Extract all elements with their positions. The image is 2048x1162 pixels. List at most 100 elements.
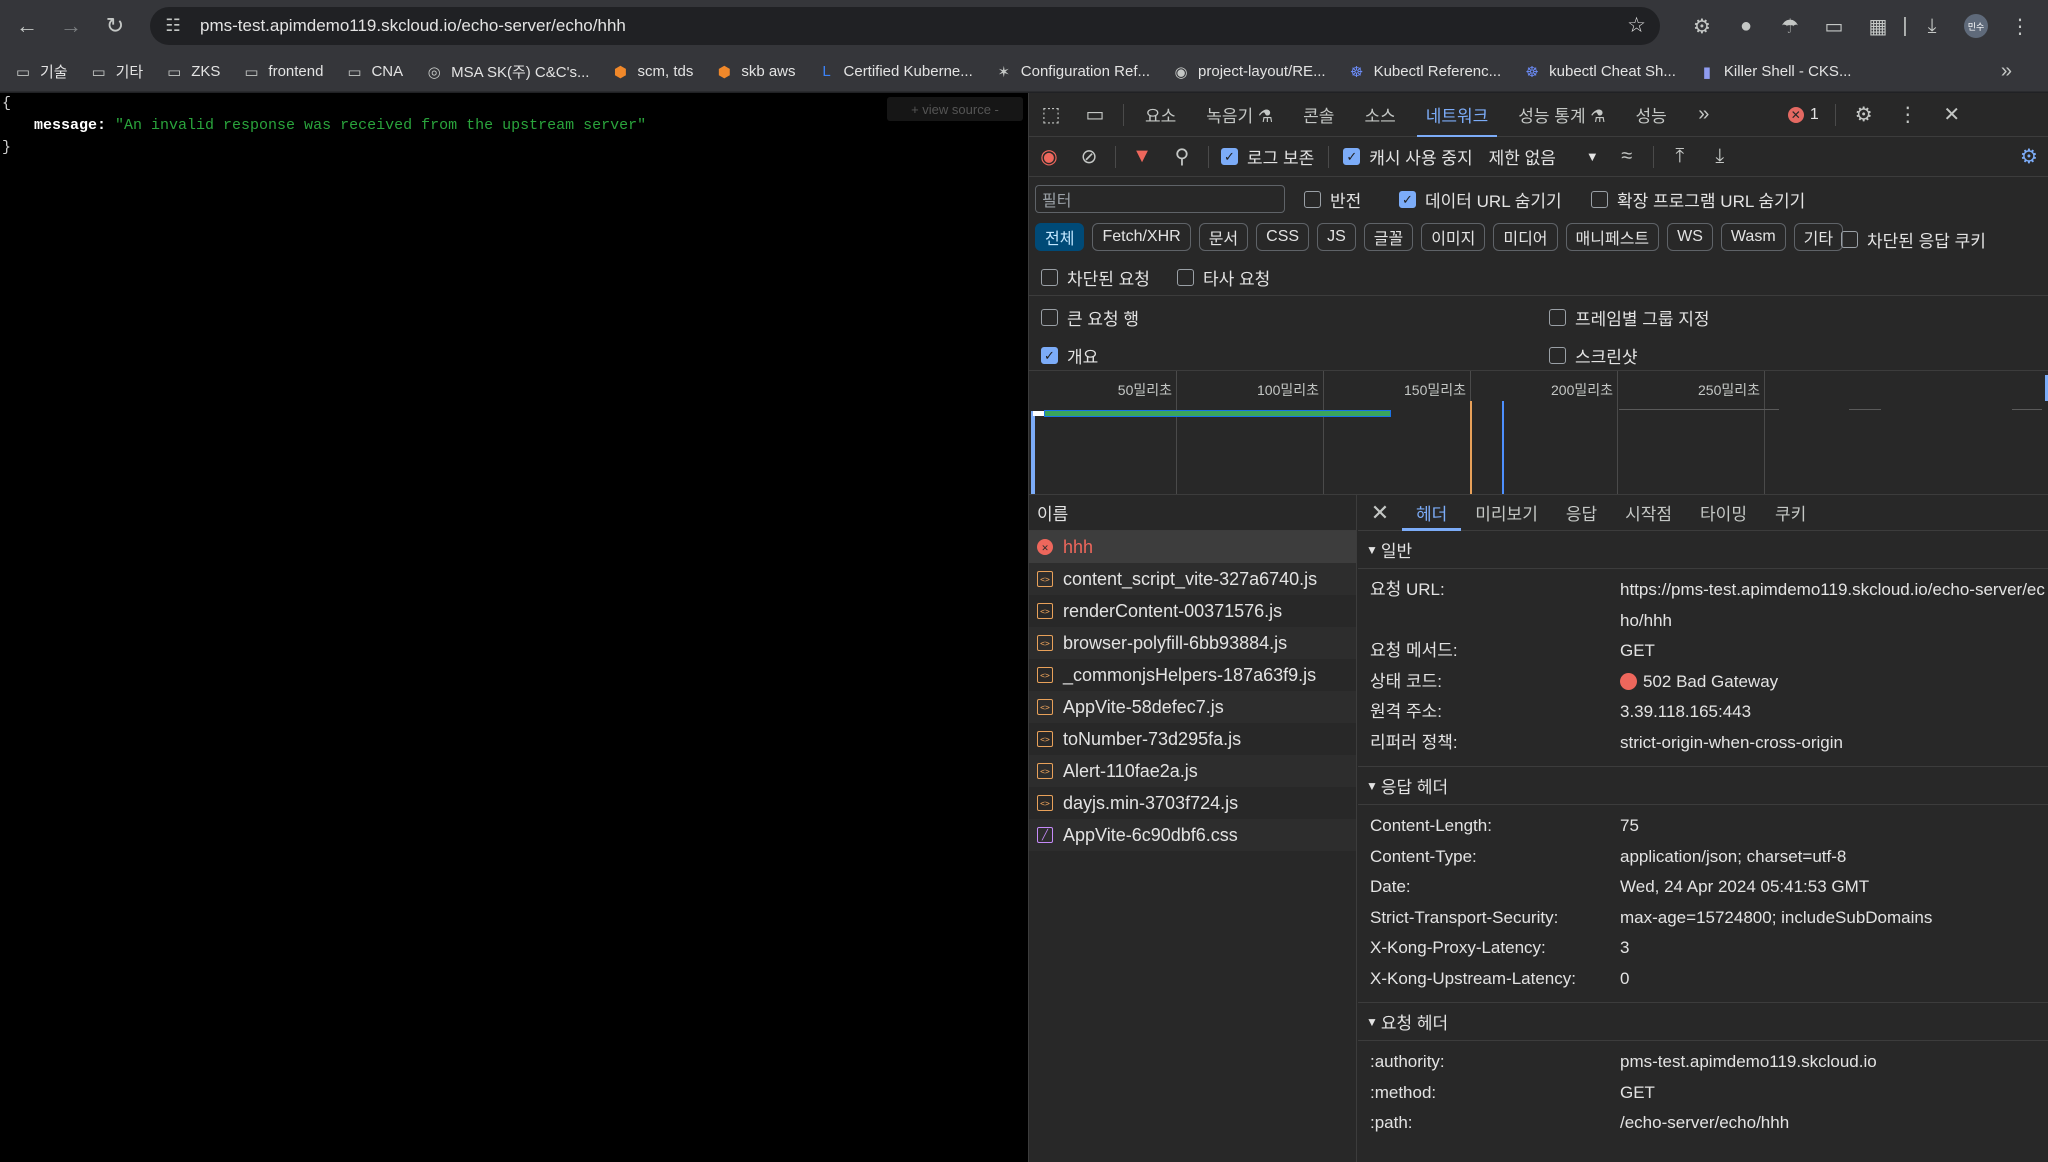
detail-tab[interactable]: 응답 [1552, 495, 1611, 531]
overview-checkbox[interactable]: ✓ 개요 [1041, 343, 1098, 368]
filter-funnel-icon[interactable]: ▼ [1122, 137, 1162, 177]
view-source-button[interactable]: + view source - [887, 97, 1023, 121]
throttling-select[interactable]: 제한 없음 ▼ [1489, 144, 1599, 169]
back-icon[interactable]: ← [6, 5, 48, 47]
record-stop-icon[interactable]: ◉ [1029, 137, 1069, 177]
more-tabs-icon[interactable]: » [1682, 93, 1726, 137]
bookmark-item[interactable]: ▭ ZKS [165, 63, 220, 81]
extension-card-icon[interactable]: ▭ [1812, 8, 1856, 44]
bookmark-item[interactable]: ◎ MSA SK(주) C&C's... [425, 61, 590, 82]
request-row[interactable]: <> dayjs.min-3703f724.js [1029, 787, 1356, 819]
devtools-tab[interactable]: 콘솔 [1288, 93, 1349, 137]
blocked-response-cookies-checkbox[interactable]: 차단된 응답 쿠키 [1841, 227, 1986, 252]
bookmark-item[interactable]: ☸ Kubectl Referenc... [1348, 63, 1501, 81]
request-row[interactable]: <> _commonjsHelpers-187a63f9.js [1029, 659, 1356, 691]
url-text[interactable]: pms-test.apimdemo119.skcloud.io/echo-ser… [200, 16, 626, 36]
bookmark-item[interactable]: ✶ Configuration Ref... [995, 63, 1150, 81]
type-filter-chip[interactable]: 매니페스트 [1565, 223, 1660, 251]
forward-icon[interactable]: → [50, 5, 92, 47]
reload-icon[interactable]: ↻ [94, 5, 136, 47]
close-devtools-icon[interactable]: ✕ [1930, 93, 1974, 137]
import-har-upload-icon[interactable]: ⤒ [1660, 137, 1700, 177]
screenshots-checkbox[interactable]: 스크린샷 [1549, 343, 1638, 368]
more-bookmarks-icon[interactable]: » [2001, 60, 2012, 83]
detail-tab[interactable]: 시작점 [1611, 495, 1686, 531]
devtools-tab[interactable]: 성능 [1621, 93, 1682, 137]
hide-extension-urls-checkbox[interactable]: 확장 프로그램 URL 숨기기 [1591, 187, 1805, 212]
error-counter[interactable]: ✕ 1 [1787, 106, 1819, 124]
clear-icon[interactable]: ⊘ [1069, 137, 1109, 177]
profile-avatar[interactable]: 민수 [1954, 8, 1998, 44]
type-filter-chip[interactable]: JS [1317, 223, 1356, 251]
bookmark-item[interactable]: ⬢ scm, tds [611, 63, 693, 81]
blocked-requests-checkbox[interactable]: 차단된 요청 [1041, 265, 1150, 290]
detail-tab[interactable]: 타이밍 [1686, 495, 1761, 531]
bookmark-item[interactable]: ▭ frontend [242, 63, 323, 81]
device-toolbar-icon[interactable]: ▭ [1073, 93, 1117, 137]
address-bar[interactable]: ☷ pms-test.apimdemo119.skcloud.io/echo-s… [150, 7, 1660, 45]
request-row[interactable]: <> content_script_vite-327a6740.js [1029, 563, 1356, 595]
bookmark-item[interactable]: ☸ kubectl Cheat Sh... [1523, 63, 1675, 81]
devtools-tab[interactable]: 소스 [1349, 93, 1410, 137]
type-filter-chip[interactable]: WS [1667, 223, 1713, 251]
invert-checkbox[interactable]: 반전 [1304, 187, 1361, 212]
bookmark-item[interactable]: ▮ Killer Shell - CKS... [1698, 63, 1852, 81]
timeline-start-handle[interactable] [1031, 411, 1035, 494]
extension-gear-icon[interactable]: ⚙ [1680, 8, 1724, 44]
bookmark-item[interactable]: ▭ 기타 [90, 61, 144, 82]
devtools-tab[interactable]: 성능 통계 ⚗ [1503, 93, 1620, 137]
name-column-header[interactable]: 이름 [1029, 495, 1356, 531]
type-filter-chip[interactable]: 이미지 [1421, 223, 1486, 251]
request-row[interactable]: <> Alert-110fae2a.js [1029, 755, 1356, 787]
detail-tab[interactable]: 미리보기 [1461, 495, 1552, 531]
bookmark-item[interactable]: L Certified Kuberne... [818, 63, 972, 80]
search-icon[interactable]: ⚲ [1162, 137, 1202, 177]
bookmark-star-icon[interactable]: ☆ [1627, 13, 1646, 38]
settings-gear-icon[interactable]: ⚙ [1842, 93, 1886, 137]
network-overview-timeline[interactable]: 50밀리초 100밀리초 150밀리초 200밀리초 250밀리초 [1029, 371, 2048, 495]
devtools-tab[interactable]: 요소 [1130, 93, 1191, 137]
type-filter-chip[interactable]: 미디어 [1493, 223, 1558, 251]
big-request-rows-checkbox[interactable]: 큰 요청 행 [1041, 305, 1139, 330]
network-conditions-wifi-icon[interactable]: ≈ [1607, 137, 1647, 177]
bookmark-item[interactable]: ⬢ skb aws [715, 63, 796, 81]
group-by-frame-checkbox[interactable]: 프레임별 그룹 지정 [1549, 305, 1710, 330]
type-filter-chip[interactable]: 글꼴 [1363, 223, 1414, 251]
close-details-icon[interactable]: ✕ [1358, 495, 1402, 531]
type-filter-chip[interactable]: 기타 [1793, 223, 1844, 251]
download-icon[interactable]: ⤓ [1910, 8, 1954, 44]
type-filter-chip[interactable]: CSS [1256, 223, 1310, 251]
site-info-icon[interactable]: ☷ [156, 16, 190, 36]
bookmark-item[interactable]: ▭ 기술 [14, 61, 68, 82]
request-row[interactable]: <> browser-polyfill-6bb93884.js [1029, 627, 1356, 659]
request-row[interactable]: ✕ hhh [1029, 531, 1356, 563]
export-har-download-icon[interactable]: ⤓ [1700, 137, 1740, 177]
type-filter-chip[interactable]: 문서 [1198, 223, 1249, 251]
request-row[interactable]: <> renderContent-00371576.js [1029, 595, 1356, 627]
devtools-tab[interactable]: 녹음기 ⚗ [1191, 93, 1288, 137]
type-filter-chip[interactable]: Wasm [1720, 223, 1786, 251]
extension-puzzle-alt-icon[interactable]: ☂ [1768, 8, 1812, 44]
detail-tab[interactable]: 쿠키 [1761, 495, 1820, 531]
bookmark-item[interactable]: ▭ CNA [345, 63, 403, 81]
request-row[interactable]: <> toNumber-73d295fa.js [1029, 723, 1356, 755]
menu-kebab-icon[interactable]: ⋮ [1998, 8, 2042, 44]
network-settings-gear-icon[interactable]: ⚙ [2009, 137, 2048, 177]
detail-tab[interactable]: 헤더 [1402, 495, 1462, 531]
filter-input[interactable]: 필터 [1035, 185, 1285, 213]
extensions-puzzle-icon[interactable]: ▦ [1856, 8, 1900, 44]
extension-circle-icon[interactable]: ● [1724, 8, 1768, 44]
request-row[interactable]: ╱ AppVite-6c90dbf6.css [1029, 819, 1356, 851]
inspect-element-icon[interactable]: ⬚ [1029, 93, 1073, 137]
preserve-log-checkbox[interactable]: ✓ 로그 보존 [1221, 144, 1314, 169]
section-header-response-headers[interactable]: ▼ 응답 헤더 [1358, 767, 2048, 805]
devtools-tab[interactable]: 네트워크 [1411, 93, 1504, 137]
section-header-general[interactable]: ▼ 일반 [1358, 531, 2048, 569]
type-filter-chip[interactable]: 전체 [1035, 223, 1085, 251]
hide-data-urls-checkbox[interactable]: ✓ 데이터 URL 숨기기 [1399, 187, 1562, 212]
bookmark-item[interactable]: ◉ project-layout/RE... [1172, 63, 1325, 81]
customize-kebab-icon[interactable]: ⋮ [1886, 93, 1930, 137]
section-header-request-headers[interactable]: ▼ 요청 헤더 [1358, 1003, 2048, 1041]
third-party-requests-checkbox[interactable]: 타사 요청 [1177, 265, 1270, 290]
type-filter-chip[interactable]: Fetch/XHR [1092, 223, 1191, 251]
